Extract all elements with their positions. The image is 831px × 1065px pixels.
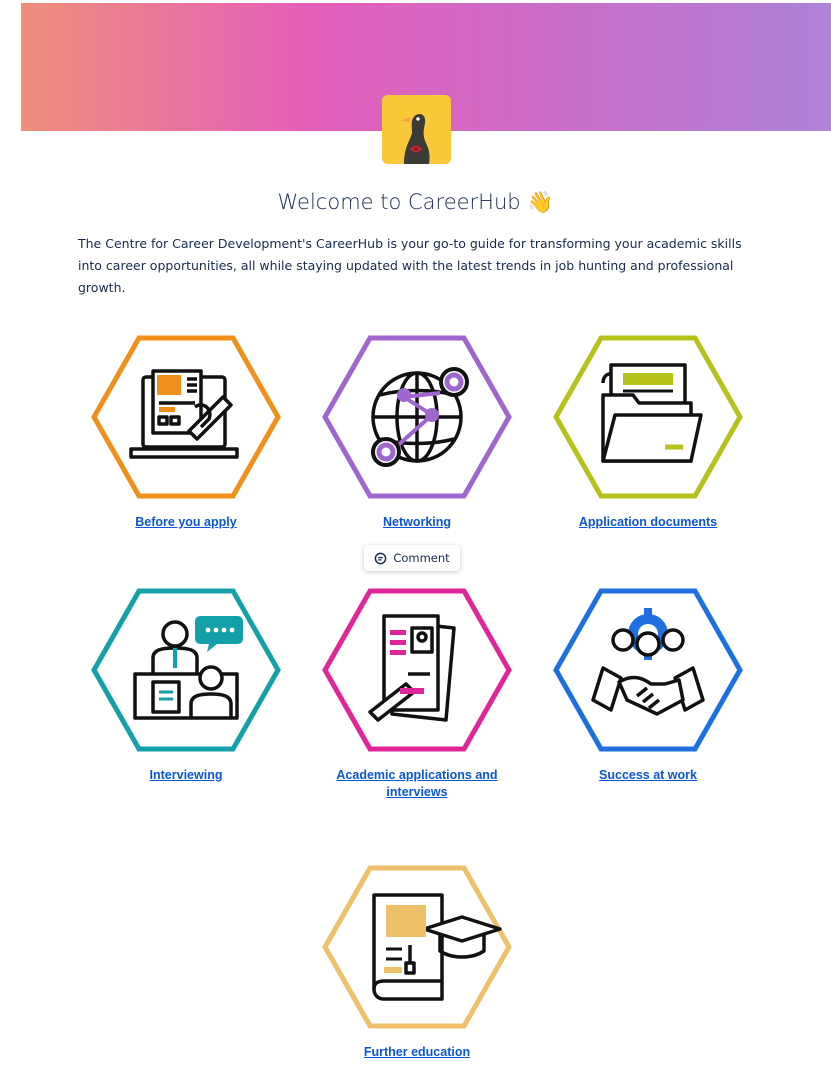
card-academic-applications: Academic applications and interviews: [317, 588, 517, 801]
goose-avatar-icon: [382, 95, 451, 164]
card-success-at-work: Success at work: [548, 588, 748, 784]
team-handshake-icon: [553, 588, 743, 752]
success-at-work-link[interactable]: Success at work: [548, 767, 748, 784]
academic-cv-icon: [322, 588, 512, 752]
waving-hand-icon: 👋: [527, 190, 554, 214]
further-education-link[interactable]: Further education: [317, 1044, 517, 1061]
card-interviewing: Interviewing: [86, 588, 286, 784]
laptop-resume-icon: [91, 335, 281, 499]
interviewing-link[interactable]: Interviewing: [86, 767, 286, 784]
interview-icon: [91, 588, 281, 752]
academic-applications-link[interactable]: Academic applications and interviews: [317, 767, 517, 801]
intro-paragraph: The Centre for Career Development's Care…: [78, 236, 742, 295]
comment-label: Comment: [393, 551, 450, 565]
page-title-text: Welcome to CareerHub: [277, 190, 521, 214]
folder-documents-icon: [553, 335, 743, 499]
card-networking: Networking: [317, 335, 517, 531]
book-graduation-icon: [322, 865, 512, 1029]
before-you-apply-link[interactable]: Before you apply: [86, 514, 286, 531]
comment-button[interactable]: Comment: [364, 545, 460, 571]
comment-icon: [374, 552, 387, 564]
networking-link[interactable]: Networking: [317, 514, 517, 531]
globe-network-icon: [322, 335, 512, 499]
page-title: Welcome to CareerHub 👋: [0, 190, 831, 215]
card-before-you-apply: Before you apply: [86, 335, 286, 531]
card-application-documents: Application documents: [548, 335, 748, 531]
card-further-education: Further education: [317, 865, 517, 1061]
application-documents-link[interactable]: Application documents: [548, 514, 748, 531]
